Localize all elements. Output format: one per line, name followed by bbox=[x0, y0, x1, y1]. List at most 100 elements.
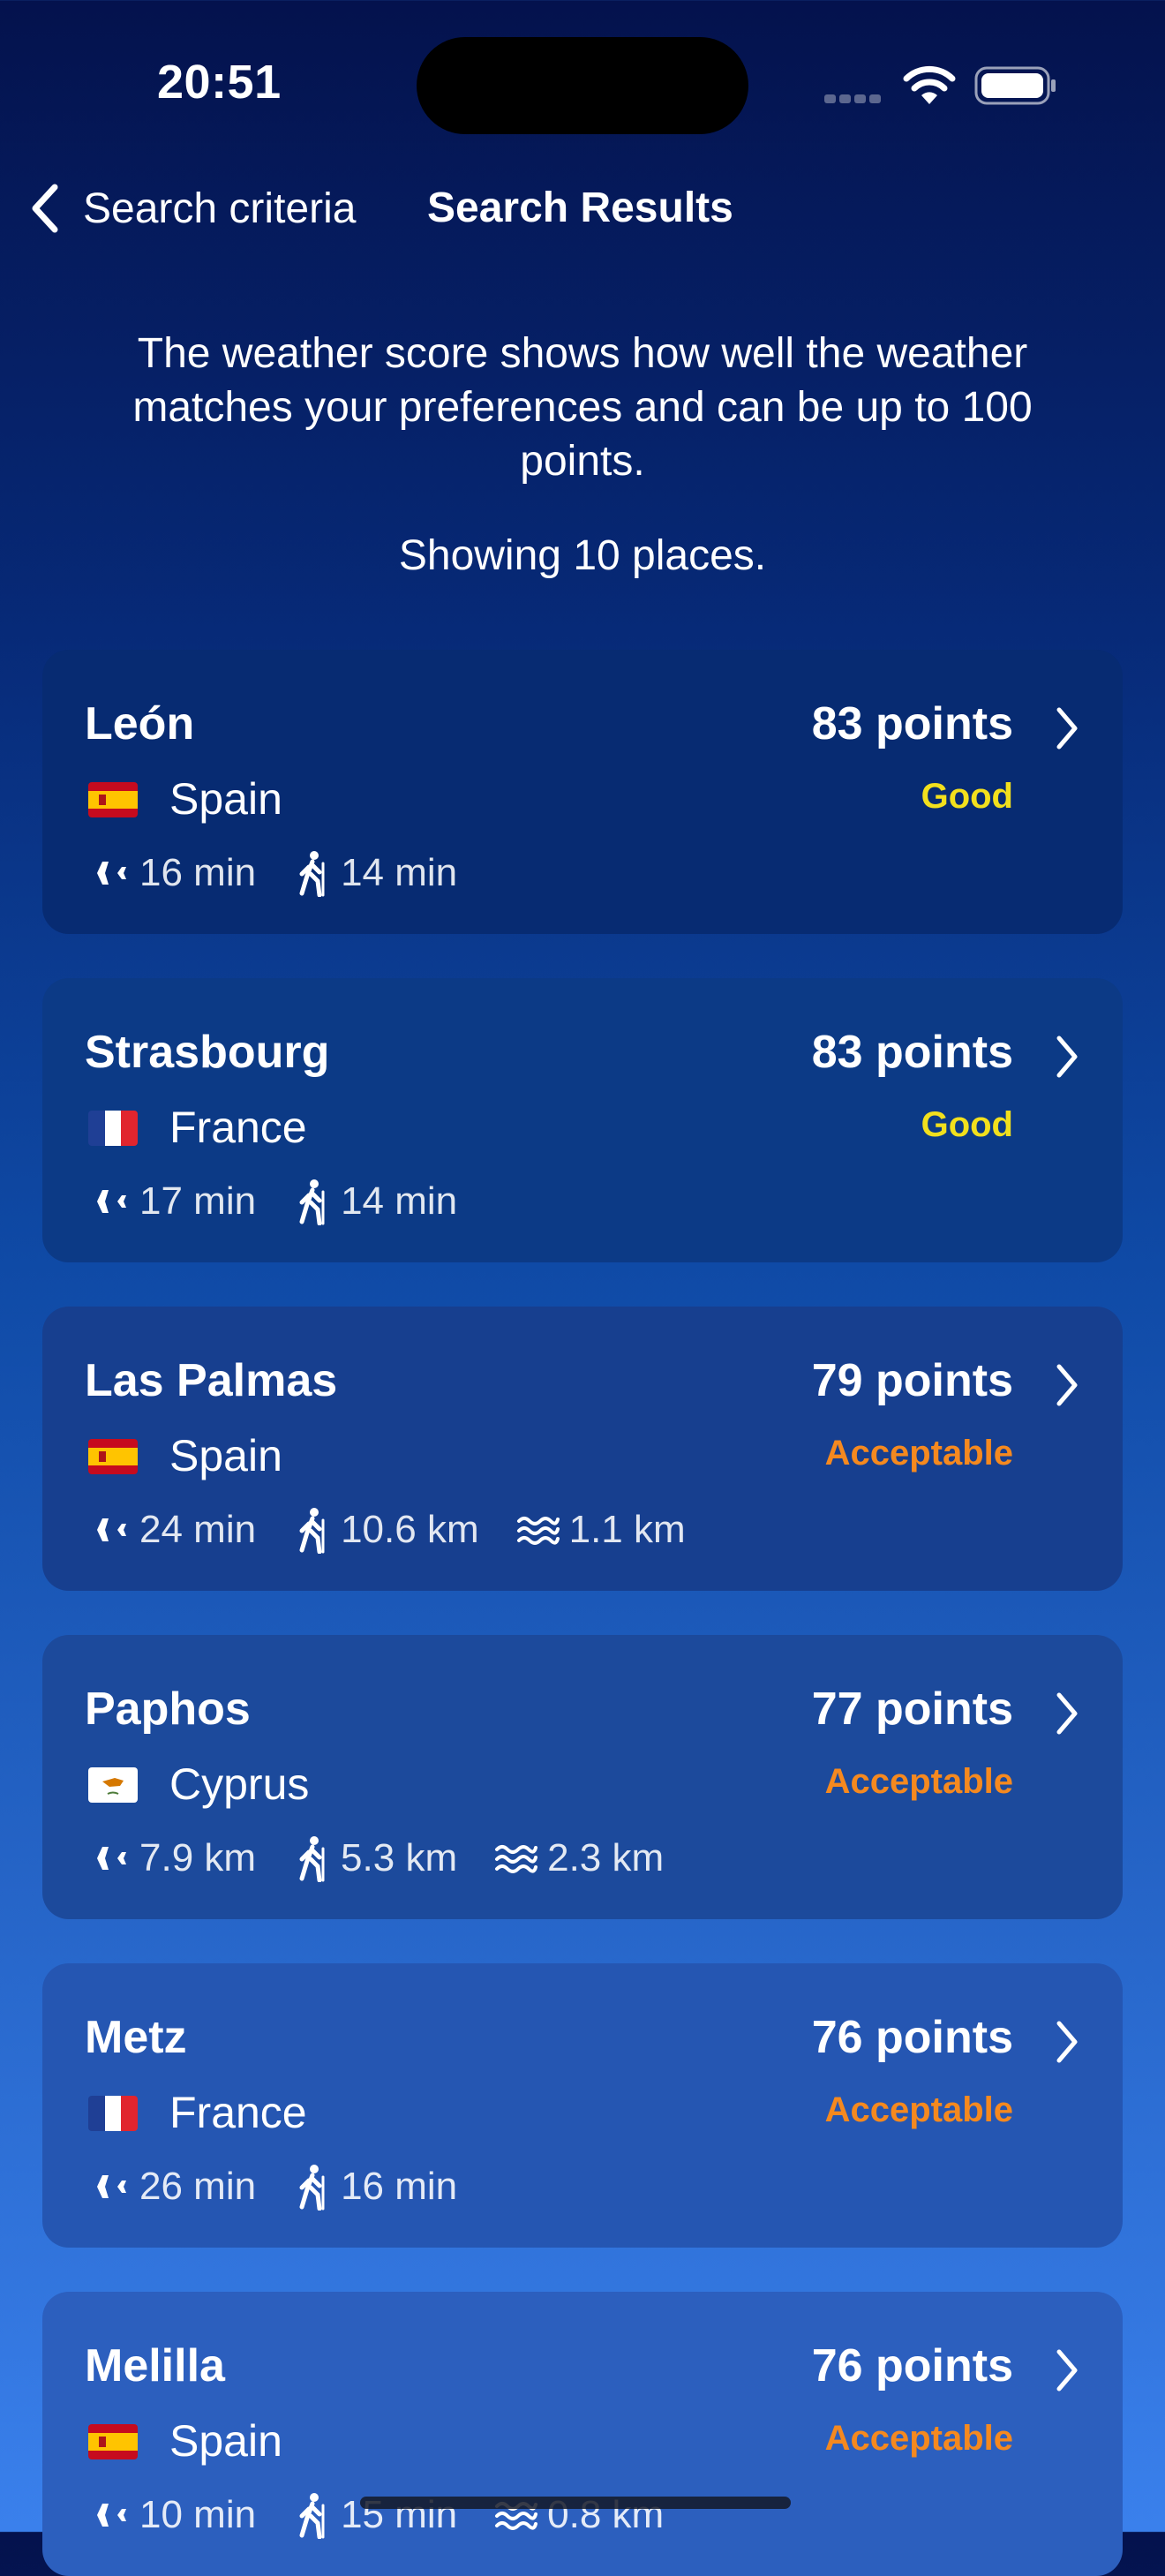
back-button-label: Search criteria bbox=[83, 185, 357, 232]
flight-value: 7.9 km bbox=[139, 1836, 257, 1879]
flight-value: 24 min bbox=[139, 1508, 257, 1551]
chevron-right-icon bbox=[1056, 707, 1078, 749]
beach-metric: 1.1 km bbox=[516, 1508, 686, 1552]
status-time: 20:51 bbox=[157, 56, 282, 109]
beach-value: 1.1 km bbox=[568, 1508, 686, 1551]
country-name: France bbox=[169, 1103, 307, 1152]
airplane-icon bbox=[86, 1847, 126, 1870]
chevron-right-icon bbox=[1056, 1364, 1078, 1406]
chevron-left-icon bbox=[32, 184, 58, 233]
weather-score: 83 points bbox=[811, 698, 1013, 749]
results-count: Showing 10 places. bbox=[398, 532, 767, 579]
france-flag bbox=[88, 1111, 138, 1146]
france-flag bbox=[88, 2096, 138, 2131]
hike-value: 10.6 km bbox=[341, 1508, 479, 1551]
flight-metric: 26 min bbox=[85, 2165, 256, 2209]
home-indicator[interactable] bbox=[360, 2497, 791, 2509]
travel-metrics: 16 min 14 min bbox=[85, 849, 494, 897]
flight-metric: 17 min bbox=[85, 1179, 256, 1224]
result-card[interactable]: León 83 points Spain Good 16 min 14 min bbox=[42, 650, 1123, 934]
airplane-icon bbox=[86, 1190, 126, 1213]
weather-score: 79 points bbox=[811, 1355, 1013, 1406]
country-name: France bbox=[169, 2088, 307, 2137]
hiking-icon bbox=[299, 1179, 325, 1225]
travel-metrics: 17 min 14 min bbox=[85, 1178, 494, 1225]
hiking-icon bbox=[299, 851, 325, 897]
travel-metrics: 26 min 16 min bbox=[85, 2163, 494, 2211]
weather-score: 76 points bbox=[811, 2340, 1013, 2391]
cellular-signal-icon bbox=[824, 92, 886, 103]
place-name: Strasbourg bbox=[85, 1027, 330, 1078]
country-name: Spain bbox=[169, 2416, 282, 2466]
score-description: The weather score shows how well the wea… bbox=[132, 330, 1033, 485]
hike-metric: 14 min bbox=[293, 1178, 457, 1225]
score-rating: Good bbox=[921, 777, 1013, 816]
hike-metric: 5.3 km bbox=[293, 1834, 457, 1882]
back-button[interactable]: Search criteria bbox=[28, 173, 356, 244]
cyprus-flag bbox=[88, 1767, 138, 1803]
airplane-icon bbox=[86, 2504, 126, 2527]
result-card[interactable]: Melilla 76 points Spain Acceptable 10 min 15 … bbox=[42, 2292, 1123, 2576]
spain-flag bbox=[88, 2424, 138, 2459]
country-name: Spain bbox=[169, 774, 282, 824]
flight-value: 16 min bbox=[139, 851, 257, 894]
hike-value: 16 min bbox=[341, 2165, 458, 2208]
spain-flag bbox=[88, 782, 138, 817]
country-name: Spain bbox=[169, 1431, 282, 1480]
place-name: Las Palmas bbox=[85, 1355, 338, 1406]
result-card[interactable]: Paphos 77 points Cyprus Acceptable 7.9 km 5.3… bbox=[42, 1635, 1123, 1919]
place-name: León bbox=[85, 698, 195, 749]
hike-metric: 14 min bbox=[293, 849, 457, 897]
battery-icon bbox=[974, 66, 1056, 105]
flight-metric: 10 min bbox=[85, 2493, 256, 2537]
hike-value: 14 min bbox=[341, 851, 458, 894]
navigation-bar: Search criteria Search Results bbox=[0, 173, 1165, 244]
travel-metrics: 7.9 km 5.3 km 2.3 km bbox=[85, 1834, 701, 1882]
waves-icon bbox=[516, 1517, 560, 1545]
score-rating: Acceptable bbox=[824, 2090, 1013, 2129]
weather-score: 77 points bbox=[811, 1683, 1013, 1735]
chevron-right-icon bbox=[1056, 2021, 1078, 2063]
flight-metric: 7.9 km bbox=[85, 1836, 256, 1880]
place-name: Paphos bbox=[85, 1683, 251, 1735]
flight-value: 26 min bbox=[139, 2165, 257, 2208]
waves-icon bbox=[495, 1845, 538, 1873]
place-name: Melilla bbox=[85, 2340, 225, 2391]
weather-score: 76 points bbox=[811, 2012, 1013, 2063]
flight-metric: 16 min bbox=[85, 851, 256, 895]
page-title: Search Results bbox=[427, 185, 733, 231]
spain-flag bbox=[88, 1439, 138, 1474]
chevron-right-icon bbox=[1056, 1036, 1078, 1078]
score-rating: Acceptable bbox=[824, 1434, 1013, 1473]
airplane-icon bbox=[86, 1518, 126, 1541]
score-rating: Good bbox=[921, 1105, 1013, 1144]
score-rating: Acceptable bbox=[824, 1762, 1013, 1801]
score-rating: Acceptable bbox=[824, 2419, 1013, 2458]
hike-value: 5.3 km bbox=[341, 1836, 458, 1879]
weather-score: 83 points bbox=[811, 1027, 1013, 1078]
hiking-icon bbox=[299, 1836, 325, 1882]
beach-metric: 2.3 km bbox=[494, 1836, 664, 1880]
wifi-icon bbox=[903, 65, 956, 104]
status-bar: 20:51 bbox=[0, 0, 1165, 177]
dynamic-island bbox=[417, 37, 748, 134]
travel-metrics: 24 min 10.6 km 1.1 km bbox=[85, 1506, 723, 1554]
flight-value: 17 min bbox=[139, 1179, 257, 1223]
place-name: Metz bbox=[85, 2012, 187, 2063]
airplane-icon bbox=[86, 862, 126, 885]
result-card[interactable]: Las Palmas 79 points Spain Acceptable 24 min… bbox=[42, 1307, 1123, 1591]
hiking-icon bbox=[299, 2165, 325, 2211]
hiking-icon bbox=[299, 1508, 325, 1554]
airplane-icon bbox=[86, 2175, 126, 2198]
flight-metric: 24 min bbox=[85, 1508, 256, 1552]
hike-value: 14 min bbox=[341, 1179, 458, 1223]
beach-value: 2.3 km bbox=[547, 1836, 665, 1879]
flight-value: 10 min bbox=[139, 2493, 257, 2536]
chevron-right-icon bbox=[1056, 2349, 1078, 2391]
hike-metric: 16 min bbox=[293, 2163, 457, 2211]
result-card[interactable]: Metz 76 points France Acceptable 26 min 16 mi… bbox=[42, 1963, 1123, 2248]
country-name: Cyprus bbox=[169, 1759, 310, 1809]
result-card[interactable]: Strasbourg 83 points France Good 17 min 14 mi… bbox=[42, 978, 1123, 1262]
chevron-right-icon bbox=[1056, 1692, 1078, 1735]
hike-metric: 10.6 km bbox=[293, 1506, 479, 1554]
